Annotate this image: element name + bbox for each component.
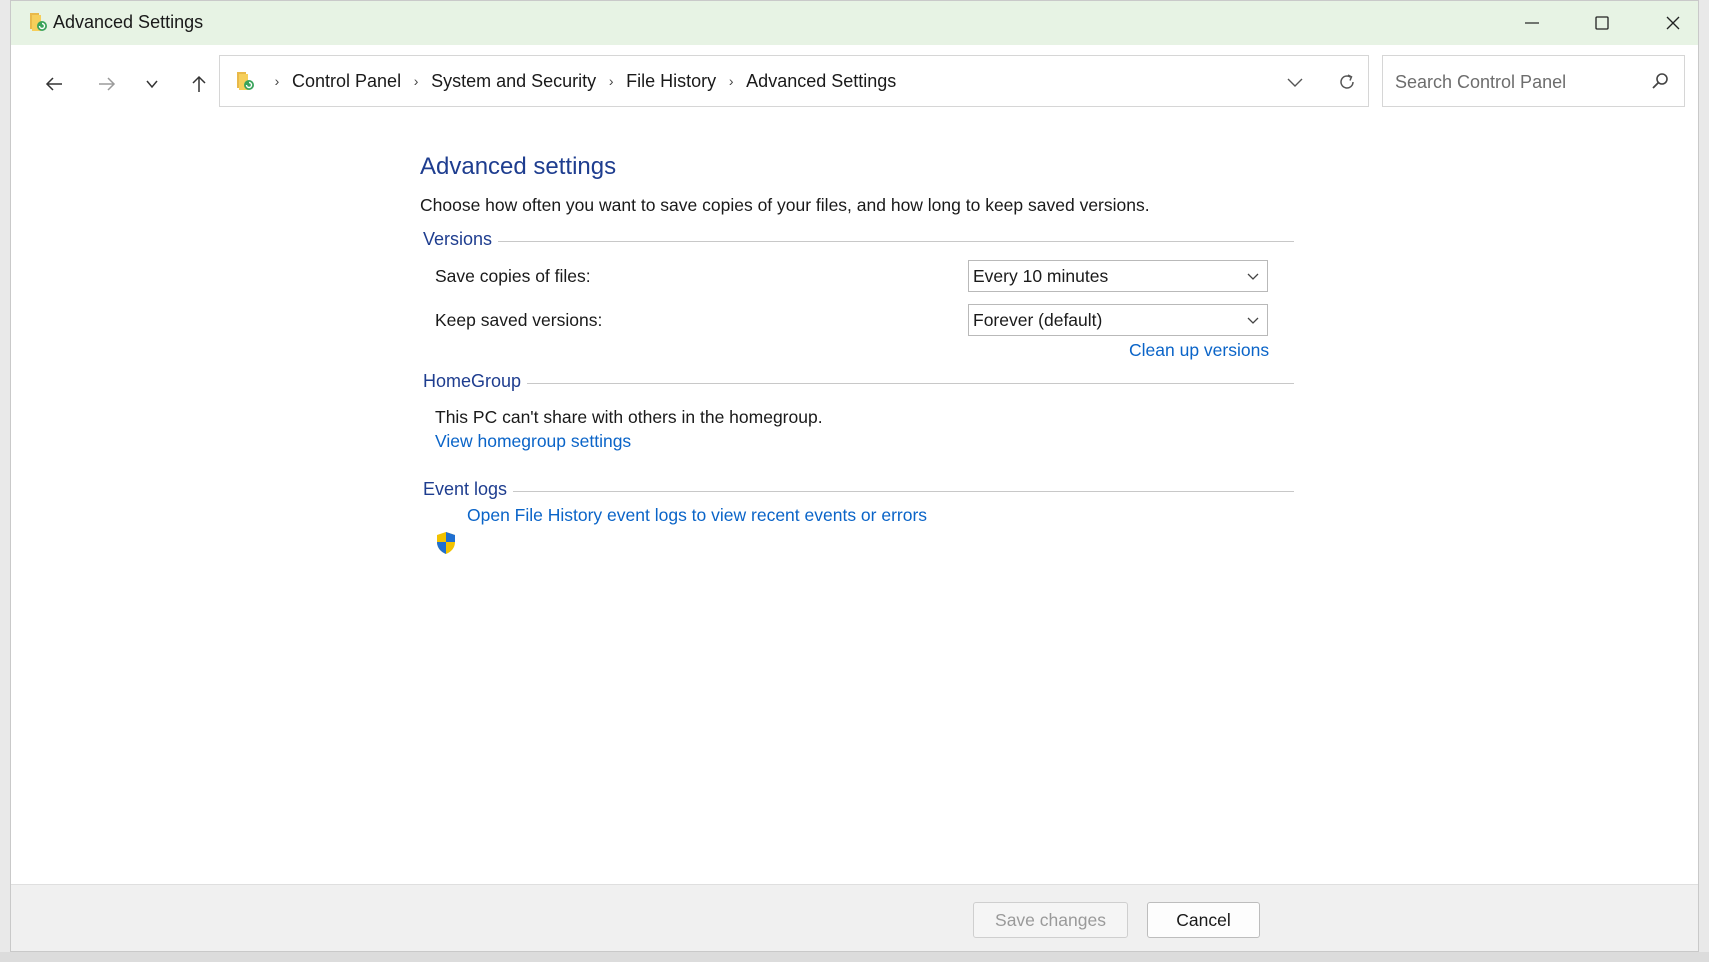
refresh-icon xyxy=(1340,74,1354,89)
chevron-right-icon[interactable]: › xyxy=(716,73,746,89)
recent-locations-button[interactable] xyxy=(135,67,169,101)
chevron-down-icon xyxy=(1247,273,1259,280)
maximize-icon xyxy=(1595,16,1609,30)
background-page-right xyxy=(1699,0,1709,962)
file-history-icon xyxy=(27,11,49,33)
versions-group-label: Versions xyxy=(423,229,499,250)
chevron-down-icon xyxy=(1287,78,1303,87)
save-changes-button[interactable]: Save changes xyxy=(973,902,1128,938)
chevron-right-icon[interactable]: › xyxy=(401,73,431,89)
breadcrumb-control-panel[interactable]: Control Panel xyxy=(292,71,401,92)
close-button[interactable] xyxy=(1638,1,1698,45)
address-history-button[interactable] xyxy=(1280,70,1310,94)
forward-button[interactable] xyxy=(90,67,124,101)
chevron-right-icon[interactable]: › xyxy=(262,73,292,89)
minimize-button[interactable] xyxy=(1497,1,1567,45)
chevron-right-icon[interactable]: › xyxy=(596,73,626,89)
event-logs-group-label: Event logs xyxy=(423,479,514,500)
breadcrumb-advanced-settings[interactable]: Advanced Settings xyxy=(746,71,896,92)
minimize-icon xyxy=(1525,22,1539,24)
window-title: Advanced Settings xyxy=(53,12,204,32)
advanced-settings-window: Advanced Settings › Control Panel › Syst… xyxy=(10,0,1699,952)
up-arrow-icon xyxy=(192,75,206,92)
breadcrumb-file-history[interactable]: File History xyxy=(626,71,716,92)
breadcrumb-system-and-security[interactable]: System and Security xyxy=(431,71,596,92)
chevron-down-icon xyxy=(146,80,158,89)
search-input[interactable] xyxy=(1393,68,1637,96)
keep-versions-value: Forever (default) xyxy=(973,310,1103,330)
cancel-button[interactable]: Cancel xyxy=(1147,902,1260,938)
up-button[interactable] xyxy=(182,67,216,101)
chevron-down-icon xyxy=(1247,317,1259,324)
clean-up-versions-link[interactable]: Clean up versions xyxy=(1129,340,1269,361)
close-icon xyxy=(1666,16,1680,30)
open-event-logs-link[interactable]: Open File History event logs to view rec… xyxy=(467,505,927,526)
save-copies-label: Save copies of files: xyxy=(435,266,591,286)
homegroup-group-label: HomeGroup xyxy=(423,371,528,392)
background-page-bottom xyxy=(0,952,1709,962)
view-homegroup-settings-link[interactable]: View homegroup settings xyxy=(435,431,631,452)
refresh-button[interactable] xyxy=(1332,68,1362,96)
homegroup-status: This PC can't share with others in the h… xyxy=(435,407,823,427)
uac-shield-icon xyxy=(435,531,457,555)
search-icon[interactable] xyxy=(1649,70,1671,92)
keep-versions-select[interactable]: Forever (default) xyxy=(968,304,1268,336)
forward-arrow-icon xyxy=(99,77,116,91)
event-logs-divider xyxy=(423,491,1294,492)
footer-bar: Save changes Cancel xyxy=(11,884,1698,951)
back-button[interactable] xyxy=(37,67,71,101)
search-box[interactable] xyxy=(1382,55,1685,107)
back-arrow-icon xyxy=(45,77,62,91)
maximize-button[interactable] xyxy=(1567,1,1637,45)
address-bar[interactable]: › Control Panel › System and Security › … xyxy=(219,55,1369,107)
save-copies-select[interactable]: Every 10 minutes xyxy=(968,260,1268,292)
breadcrumb: › Control Panel › System and Security › … xyxy=(262,56,897,106)
keep-versions-label: Keep saved versions: xyxy=(435,310,603,330)
title-bar[interactable]: Advanced Settings xyxy=(11,1,1698,45)
page-title: Advanced settings xyxy=(420,153,617,180)
file-history-icon xyxy=(234,70,256,92)
navigation-bar: › Control Panel › System and Security › … xyxy=(11,45,1698,117)
main-content: Advanced settings Choose how often you w… xyxy=(11,117,1698,884)
page-description: Choose how often you want to save copies… xyxy=(420,195,1150,215)
homegroup-divider xyxy=(423,383,1294,384)
versions-divider xyxy=(423,241,1294,242)
save-copies-value: Every 10 minutes xyxy=(973,266,1109,286)
background-page-left xyxy=(0,0,10,962)
